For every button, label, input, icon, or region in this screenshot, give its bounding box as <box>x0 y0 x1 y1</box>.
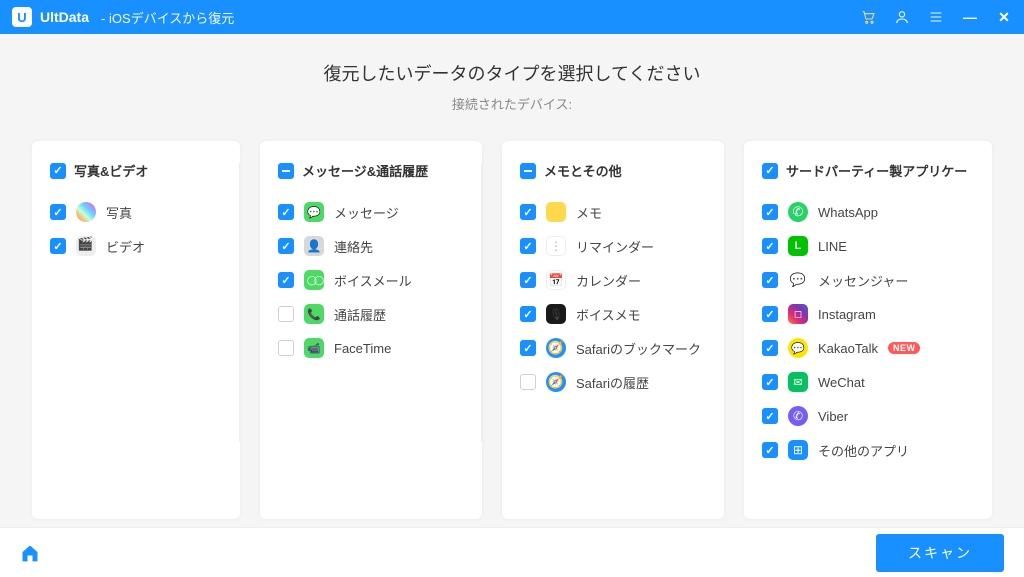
column-header-label: メッセージ&通話履歴 <box>302 161 428 180</box>
item-messages[interactable]: メッセージ <box>278 202 464 222</box>
messages-icon <box>304 202 324 222</box>
header-checkbox[interactable] <box>762 163 778 179</box>
item-call-history[interactable]: 通話履歴 <box>278 304 464 324</box>
item-line[interactable]: LINE <box>762 236 974 256</box>
messenger-icon <box>788 270 808 290</box>
home-icon[interactable] <box>20 543 40 563</box>
app-subtitle: - iOSデバイスから復元 <box>101 8 234 27</box>
whatsapp-icon <box>788 202 808 222</box>
app-name: UltData <box>40 9 89 25</box>
item-safari-bookmarks[interactable]: Safariのブックマーク <box>520 338 706 358</box>
menu-icon[interactable] <box>928 9 944 25</box>
new-badge: NEW <box>888 342 921 354</box>
column-header-label: サードパーティー製アプリケー <box>786 161 967 180</box>
titlebar: U UltData - iOSデバイスから復元 — ✕ <box>0 0 1024 34</box>
item-voicemail[interactable]: ボイスメール <box>278 270 464 290</box>
checkbox[interactable] <box>520 204 536 220</box>
line-icon <box>788 236 808 256</box>
kakao-icon <box>788 338 808 358</box>
safari-icon <box>546 372 566 392</box>
notes-icon <box>546 202 566 222</box>
item-contacts[interactable]: 連絡先 <box>278 236 464 256</box>
item-notes[interactable]: メモ <box>520 202 706 222</box>
photos-icon <box>76 202 96 222</box>
column-header[interactable]: 写真&ビデオ <box>50 161 222 192</box>
item-calendar[interactable]: カレンダー <box>520 270 706 290</box>
checkbox[interactable] <box>520 340 536 356</box>
column-header[interactable]: メモとその他 <box>520 161 706 192</box>
column-header[interactable]: サードパーティー製アプリケー <box>762 161 974 192</box>
checkbox[interactable] <box>50 204 66 220</box>
voicemail-icon <box>304 270 324 290</box>
call-icon <box>304 304 324 324</box>
header-checkbox[interactable] <box>278 163 294 179</box>
item-kakaotalk[interactable]: KakaoTalkNEW <box>762 338 974 358</box>
column-header-label: 写真&ビデオ <box>74 161 148 180</box>
instagram-icon <box>788 304 808 324</box>
checkbox[interactable] <box>278 306 294 322</box>
checkbox[interactable] <box>520 306 536 322</box>
safari-icon <box>546 338 566 358</box>
reminder-icon <box>546 236 566 256</box>
checkbox[interactable] <box>762 272 778 288</box>
main-content: 復元したいデータのタイプを選択してください 接続されたデバイス: 写真&ビデオ … <box>0 34 1024 527</box>
viber-icon <box>788 406 808 426</box>
column-photos-video: 写真&ビデオ 写真 ビデオ <box>32 141 240 519</box>
device-label: 接続されたデバイス: <box>32 94 992 113</box>
video-icon <box>76 236 96 256</box>
header-checkbox[interactable] <box>50 163 66 179</box>
item-whatsapp[interactable]: WhatsApp <box>762 202 974 222</box>
wechat-icon <box>788 372 808 392</box>
item-video[interactable]: ビデオ <box>50 236 222 256</box>
checkbox[interactable] <box>762 204 778 220</box>
column-third-party: サードパーティー製アプリケー WhatsApp LINE メッセンジャー Ins… <box>744 141 992 519</box>
checkbox[interactable] <box>520 238 536 254</box>
page-title: 復元したいデータのタイプを選択してください <box>32 60 992 86</box>
checkbox[interactable] <box>50 238 66 254</box>
cart-icon[interactable] <box>860 9 876 25</box>
checkbox[interactable] <box>762 306 778 322</box>
minimize-button[interactable]: — <box>962 9 978 25</box>
footer: スキャン <box>0 527 1024 577</box>
close-button[interactable]: ✕ <box>996 9 1012 26</box>
checkbox[interactable] <box>762 408 778 424</box>
contacts-icon <box>304 236 324 256</box>
column-header-label: メモとその他 <box>544 161 622 180</box>
checkbox[interactable] <box>762 340 778 356</box>
item-voice-memo[interactable]: ボイスメモ <box>520 304 706 324</box>
titlebar-left: U UltData - iOSデバイスから復元 <box>12 7 234 27</box>
item-wechat[interactable]: WeChat <box>762 372 974 392</box>
checkbox[interactable] <box>278 204 294 220</box>
item-messenger[interactable]: メッセンジャー <box>762 270 974 290</box>
user-icon[interactable] <box>894 9 910 25</box>
header-checkbox[interactable] <box>520 163 536 179</box>
checkbox[interactable] <box>278 272 294 288</box>
item-photos[interactable]: 写真 <box>50 202 222 222</box>
column-header[interactable]: メッセージ&通話履歴 <box>278 161 464 192</box>
scan-button[interactable]: スキャン <box>876 534 1004 572</box>
checkbox[interactable] <box>762 442 778 458</box>
facetime-icon <box>304 338 324 358</box>
voicememo-icon <box>546 304 566 324</box>
checkbox[interactable] <box>520 374 536 390</box>
titlebar-right: — ✕ <box>860 9 1012 26</box>
calendar-icon <box>546 270 566 290</box>
column-notes-other: メモとその他 メモ リマインダー カレンダー ボイスメモ Safariのブックマ… <box>502 141 724 519</box>
checkbox[interactable] <box>762 238 778 254</box>
checkbox[interactable] <box>278 238 294 254</box>
column-messages-calls: メッセージ&通話履歴 メッセージ 連絡先 ボイスメール 通話履歴 FaceTim… <box>260 141 482 519</box>
item-instagram[interactable]: Instagram <box>762 304 974 324</box>
item-reminders[interactable]: リマインダー <box>520 236 706 256</box>
app-logo-icon: U <box>12 7 32 27</box>
checkbox[interactable] <box>520 272 536 288</box>
checkbox[interactable] <box>762 374 778 390</box>
other-apps-icon <box>788 440 808 460</box>
item-facetime[interactable]: FaceTime <box>278 338 464 358</box>
data-type-columns: 写真&ビデオ 写真 ビデオ メッセージ&通話履歴 メッセージ 連絡先 ボイスメー… <box>32 141 992 519</box>
checkbox[interactable] <box>278 340 294 356</box>
item-viber[interactable]: Viber <box>762 406 974 426</box>
item-other-apps[interactable]: その他のアプリ <box>762 440 974 460</box>
item-safari-history[interactable]: Safariの履歴 <box>520 372 706 392</box>
